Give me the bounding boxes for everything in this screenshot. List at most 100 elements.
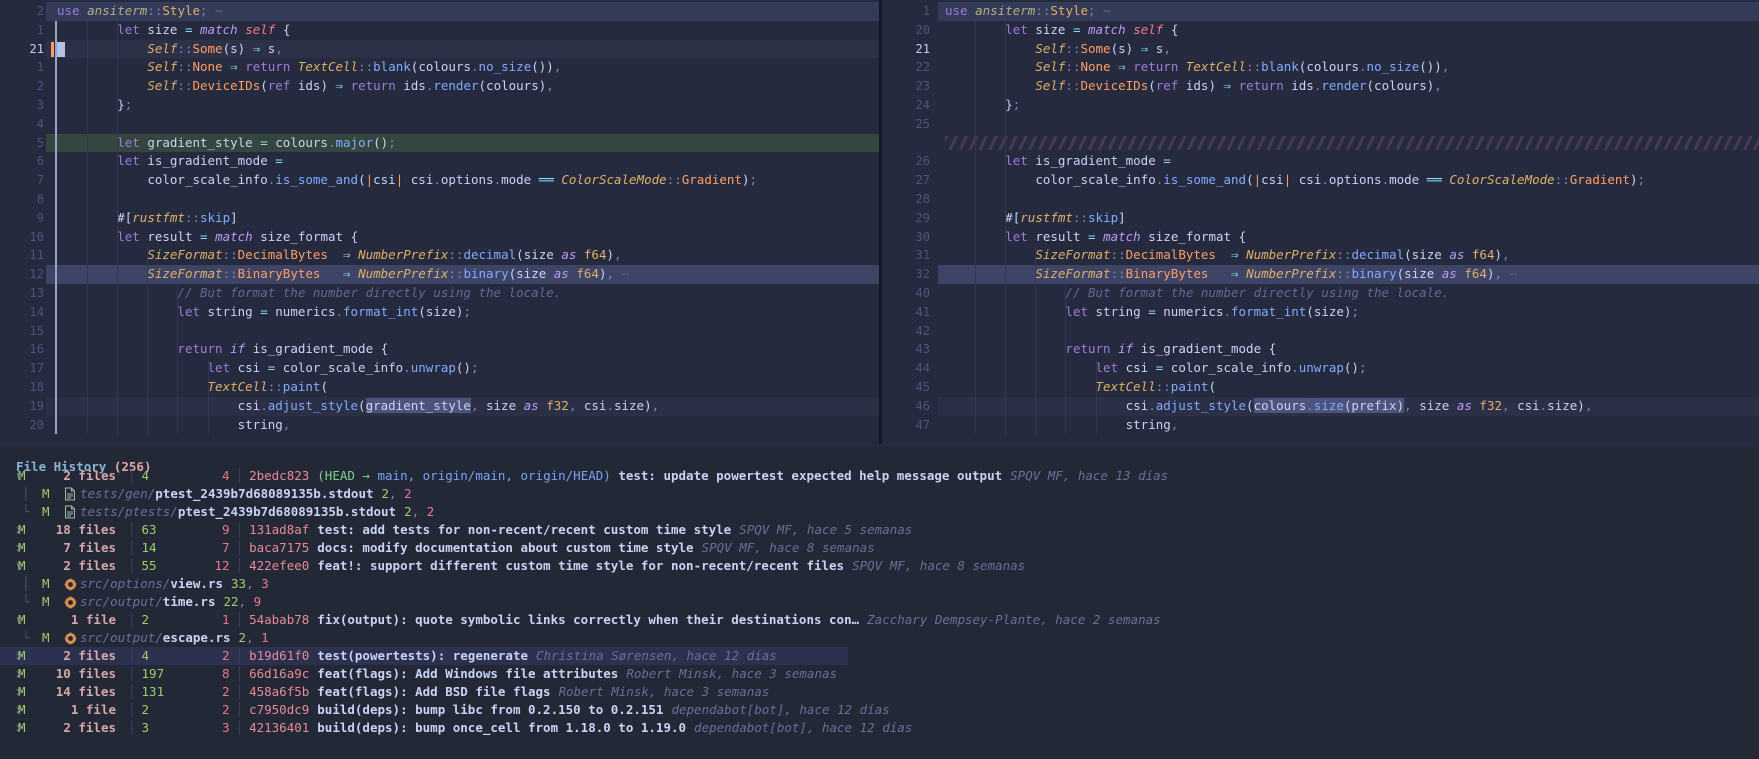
commit-row[interactable]: >M18 files│639│131ad8aftest: add tests f…: [0, 521, 1759, 539]
file-row[interactable]: └Mtests/ptests/ptest_2439b7d68089135b.st…: [0, 503, 1759, 521]
code-line[interactable]: 5 let gradient_style = colours.major();: [0, 134, 879, 153]
code-line[interactable]: 6 let is_gradient_mode =: [0, 152, 879, 171]
code-line[interactable]: 12 SizeFormat::BinaryBytes ⇒ NumberPrefi…: [0, 265, 879, 284]
diff-pane-new[interactable]: 1use ansiterm::Style; ⋯20 let size = mat…: [882, 0, 1759, 444]
chevron-down-icon[interactable]: v: [0, 611, 18, 629]
commit-subject: docs: modify documentation about custom …: [317, 539, 693, 557]
commit-row[interactable]: >M2 files│42│b19d61f0test(powertests): r…: [0, 647, 1759, 665]
file-name: escape.rs: [163, 629, 231, 647]
commit-row[interactable]: >M1 file│22│c7950dc9build(deps): bump li…: [0, 701, 1759, 719]
code-line[interactable]: 8: [0, 190, 879, 209]
file-row[interactable]: │Mtests/gen/ptest_2439b7d68089135b.stdou…: [0, 485, 1759, 503]
code-line[interactable]: 28: [882, 190, 1759, 209]
code-line[interactable]: 45 TextCell::paint(: [882, 378, 1759, 397]
file-row[interactable]: │Msrc/options/view.rs33, 3: [0, 575, 1759, 593]
code-line[interactable]: 10 let result = match size_format {: [0, 228, 879, 247]
commit-row[interactable]: >M7 files│147│baca7175docs: modify docum…: [0, 539, 1759, 557]
text-cursor[interactable]: [57, 42, 65, 57]
deletions-count: 2: [192, 701, 230, 719]
code-line[interactable]: 32 SizeFormat::BinaryBytes ⇒ NumberPrefi…: [882, 265, 1759, 284]
code-line[interactable]: 7 color_scale_info.is_some_and(|csi| csi…: [0, 171, 879, 190]
code-line[interactable]: 2 Self::DeviceIDs(ref ids) ⇒ return ids.…: [0, 77, 879, 96]
commit-row[interactable]: vM2 files│5512│422efee0feat!: support di…: [0, 557, 1759, 575]
commit-row[interactable]: >M2 files│33│42136401build(deps): bump o…: [0, 719, 1759, 737]
line-number: 19: [0, 397, 44, 416]
code-line[interactable]: 17 let csi = color_scale_info.unwrap();: [0, 359, 879, 378]
code-line[interactable]: 1 Self::None ⇒ return TextCell::blank(co…: [0, 58, 879, 77]
code-line[interactable]: 20 string,: [0, 416, 879, 435]
code-line[interactable]: 19 csi.adjust_style(gradient_style, size…: [0, 397, 879, 416]
code-line[interactable]: 29 #[rustfmt::skip]: [882, 209, 1759, 228]
code-line[interactable]: 16 return if is_gradient_mode {: [0, 340, 879, 359]
code-line[interactable]: 9 #[rustfmt::skip]: [0, 209, 879, 228]
chevron-right-icon[interactable]: >: [0, 539, 18, 557]
code-line[interactable]: 30 let result = match size_format {: [882, 228, 1759, 247]
diff-pane-old[interactable]: 2use ansiterm::Style; ⋯1 let size = matc…: [0, 0, 879, 444]
code-line[interactable]: 21 Self::Some(s) ⇒ s,: [0, 40, 879, 59]
code-line[interactable]: 26 let is_gradient_mode =: [882, 152, 1759, 171]
code-line[interactable]: 46 csi.adjust_style(colours.size(prefix)…: [882, 397, 1759, 416]
line-number: 20: [0, 416, 44, 435]
line-number: 2: [0, 77, 44, 96]
code-line[interactable]: 43 return if is_gradient_mode {: [882, 340, 1759, 359]
code-line[interactable]: 14 let string = numerics.format_int(size…: [0, 303, 879, 322]
commit-row[interactable]: vM2 files│44│2bedc823(HEAD → main, origi…: [0, 467, 1759, 485]
code-line[interactable]: 1use ansiterm::Style; ⋯: [882, 2, 1759, 21]
file-history-panel[interactable]: File History (256) vM2 files│44│2bedc823…: [0, 447, 1759, 759]
code-line[interactable]: 47 string,: [882, 416, 1759, 435]
code-line[interactable]: 24 };: [882, 96, 1759, 115]
code-line[interactable]: 25: [882, 115, 1759, 134]
code-text: };: [57, 96, 132, 115]
changed-files-count: 2 files: [40, 719, 116, 737]
file-row[interactable]: └Msrc/output/escape.rs2, 1: [0, 629, 1759, 647]
code-line[interactable]: 4: [0, 115, 879, 134]
code-text: csi.adjust_style(colours.size(prefix), s…: [945, 397, 1592, 416]
line-number: 20: [882, 21, 930, 40]
commit-row[interactable]: >M10 files│1978│66d16a9cfeat(flags): Add…: [0, 665, 1759, 683]
code-line[interactable]: 3 };: [0, 96, 879, 115]
line-number: 7: [0, 171, 44, 190]
code-line[interactable]: 27 color_scale_info.is_some_and(|csi| cs…: [882, 171, 1759, 190]
commit-list: vM2 files│44│2bedc823(HEAD → main, origi…: [0, 467, 1759, 737]
commit-author-date: SPQV MF, hace 5 semanas: [739, 521, 912, 539]
code-line[interactable]: 15: [0, 322, 879, 341]
line-number: 43: [882, 340, 930, 359]
commit-row[interactable]: >M14 files│1312│458a6f5bfeat(flags): Add…: [0, 683, 1759, 701]
code-line[interactable]: 40 // But format the number directly usi…: [882, 284, 1759, 303]
code-line[interactable]: 42: [882, 322, 1759, 341]
code-line[interactable]: [882, 134, 1759, 153]
chevron-right-icon[interactable]: >: [0, 665, 18, 683]
code-line[interactable]: 13 // But format the number directly usi…: [0, 284, 879, 303]
file-additions: 33: [231, 575, 246, 593]
chevron-right-icon[interactable]: >: [0, 683, 18, 701]
line-number: 40: [882, 284, 930, 303]
commit-row[interactable]: vM1 file│21│54abab78fix(output): quote s…: [0, 611, 1759, 629]
file-row[interactable]: └Msrc/output/time.rs22, 9: [0, 593, 1759, 611]
column-divider: │: [122, 701, 142, 719]
commit-hash: 458a6f5b: [249, 683, 309, 701]
code-line[interactable]: 21 Self::Some(s) ⇒ s,: [882, 40, 1759, 59]
code-line[interactable]: 22 Self::None ⇒ return TextCell::blank(c…: [882, 58, 1759, 77]
code-line[interactable]: 23 Self::DeviceIDs(ref ids) ⇒ return ids…: [882, 77, 1759, 96]
code-line[interactable]: 1 let size = match self {: [0, 21, 879, 40]
code-line[interactable]: 20 let size = match self {: [882, 21, 1759, 40]
code-line[interactable]: 44 let csi = color_scale_info.unwrap();: [882, 359, 1759, 378]
code-line[interactable]: 11 SizeFormat::DecimalBytes ⇒ NumberPref…: [0, 246, 879, 265]
chevron-right-icon[interactable]: >: [0, 647, 18, 665]
code-text: Self::Some(s) ⇒ s,: [945, 40, 1171, 59]
chevron-right-icon[interactable]: >: [0, 521, 18, 539]
code-line[interactable]: 18 TextCell::paint(: [0, 378, 879, 397]
code-line[interactable]: 41 let string = numerics.format_int(size…: [882, 303, 1759, 322]
comma: ,: [412, 503, 427, 521]
code-line[interactable]: 31 SizeFormat::DecimalBytes ⇒ NumberPref…: [882, 246, 1759, 265]
chevron-right-icon[interactable]: >: [0, 701, 18, 719]
line-number: 4: [0, 115, 44, 134]
comma: ,: [246, 629, 261, 647]
column-divider: │: [122, 611, 142, 629]
code-line[interactable]: 2use ansiterm::Style; ⋯: [0, 2, 879, 21]
file-history-title: File History (256): [0, 447, 1759, 467]
chevron-down-icon[interactable]: v: [0, 467, 18, 485]
chevron-down-icon[interactable]: v: [0, 557, 18, 575]
chevron-right-icon[interactable]: >: [0, 719, 18, 737]
status-badge: M: [18, 647, 40, 665]
